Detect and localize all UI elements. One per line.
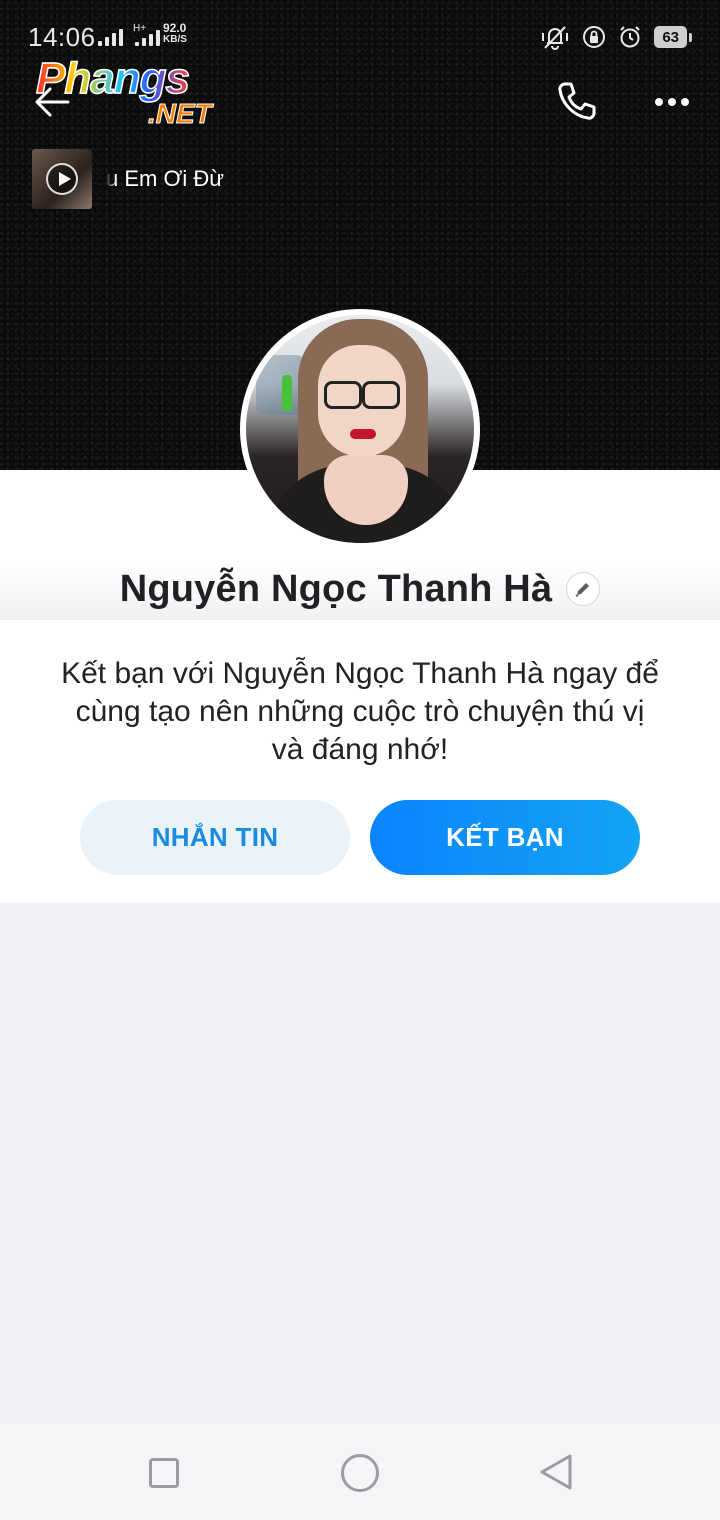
profile-name: Nguyễn Ngọc Thanh Hà	[119, 567, 553, 610]
dot	[681, 98, 689, 106]
signal-icon-2	[135, 30, 160, 46]
nav-back-icon[interactable]	[538, 1452, 574, 1492]
battery-icon: 63	[654, 26, 687, 48]
profile-music[interactable]: u Em Ơi Đừ	[32, 149, 266, 209]
message-button[interactable]: NHẮN TIN	[80, 800, 350, 875]
alarm-icon	[620, 26, 641, 48]
add-friend-button-label: KẾT BẠN	[446, 822, 564, 852]
watermark-sub: .NET	[148, 98, 213, 130]
home-icon[interactable]	[341, 1454, 379, 1492]
signal-icon	[98, 26, 123, 46]
status-icons: 63	[540, 24, 692, 50]
phone-call-icon[interactable]	[552, 78, 600, 126]
speed-value: 92.0	[163, 21, 187, 35]
avatar-lips	[350, 429, 376, 439]
avatar-photo	[246, 315, 474, 543]
edit-name-button[interactable]	[566, 572, 601, 606]
battery-level: 63	[662, 28, 679, 46]
music-title: u Em Ơi Đừ	[106, 166, 224, 191]
lock-rotation-icon	[583, 26, 606, 48]
battery-tip	[689, 32, 692, 42]
profile-name-row: Nguyễn Ngọc Thanh Hà	[0, 564, 720, 614]
dot	[655, 98, 663, 106]
play-icon[interactable]	[46, 163, 78, 195]
more-options-icon[interactable]	[648, 84, 696, 120]
message-button-label: NHẮN TIN	[151, 822, 279, 852]
status-time: 14:06	[28, 22, 96, 52]
network-speed: 92.0 KB/S	[163, 22, 187, 46]
dot	[668, 98, 676, 106]
pencil-icon	[575, 583, 590, 597]
avatar-background-detail	[282, 375, 292, 411]
music-thumbnail[interactable]	[32, 149, 92, 209]
recent-apps-icon[interactable]	[149, 1458, 179, 1488]
vibrate-icon	[542, 26, 569, 50]
add-friend-button[interactable]: KẾT BẠN	[370, 800, 640, 875]
avatar-glasses	[322, 381, 402, 409]
speed-unit: KB/S	[163, 34, 187, 45]
system-nav-bar	[0, 1424, 720, 1520]
avatar[interactable]	[240, 309, 480, 549]
back-arrow-icon[interactable]	[30, 80, 74, 124]
add-friend-prompt: Kết bạn với Nguyễn Ngọc Thanh Hà ngay để…	[61, 657, 659, 766]
